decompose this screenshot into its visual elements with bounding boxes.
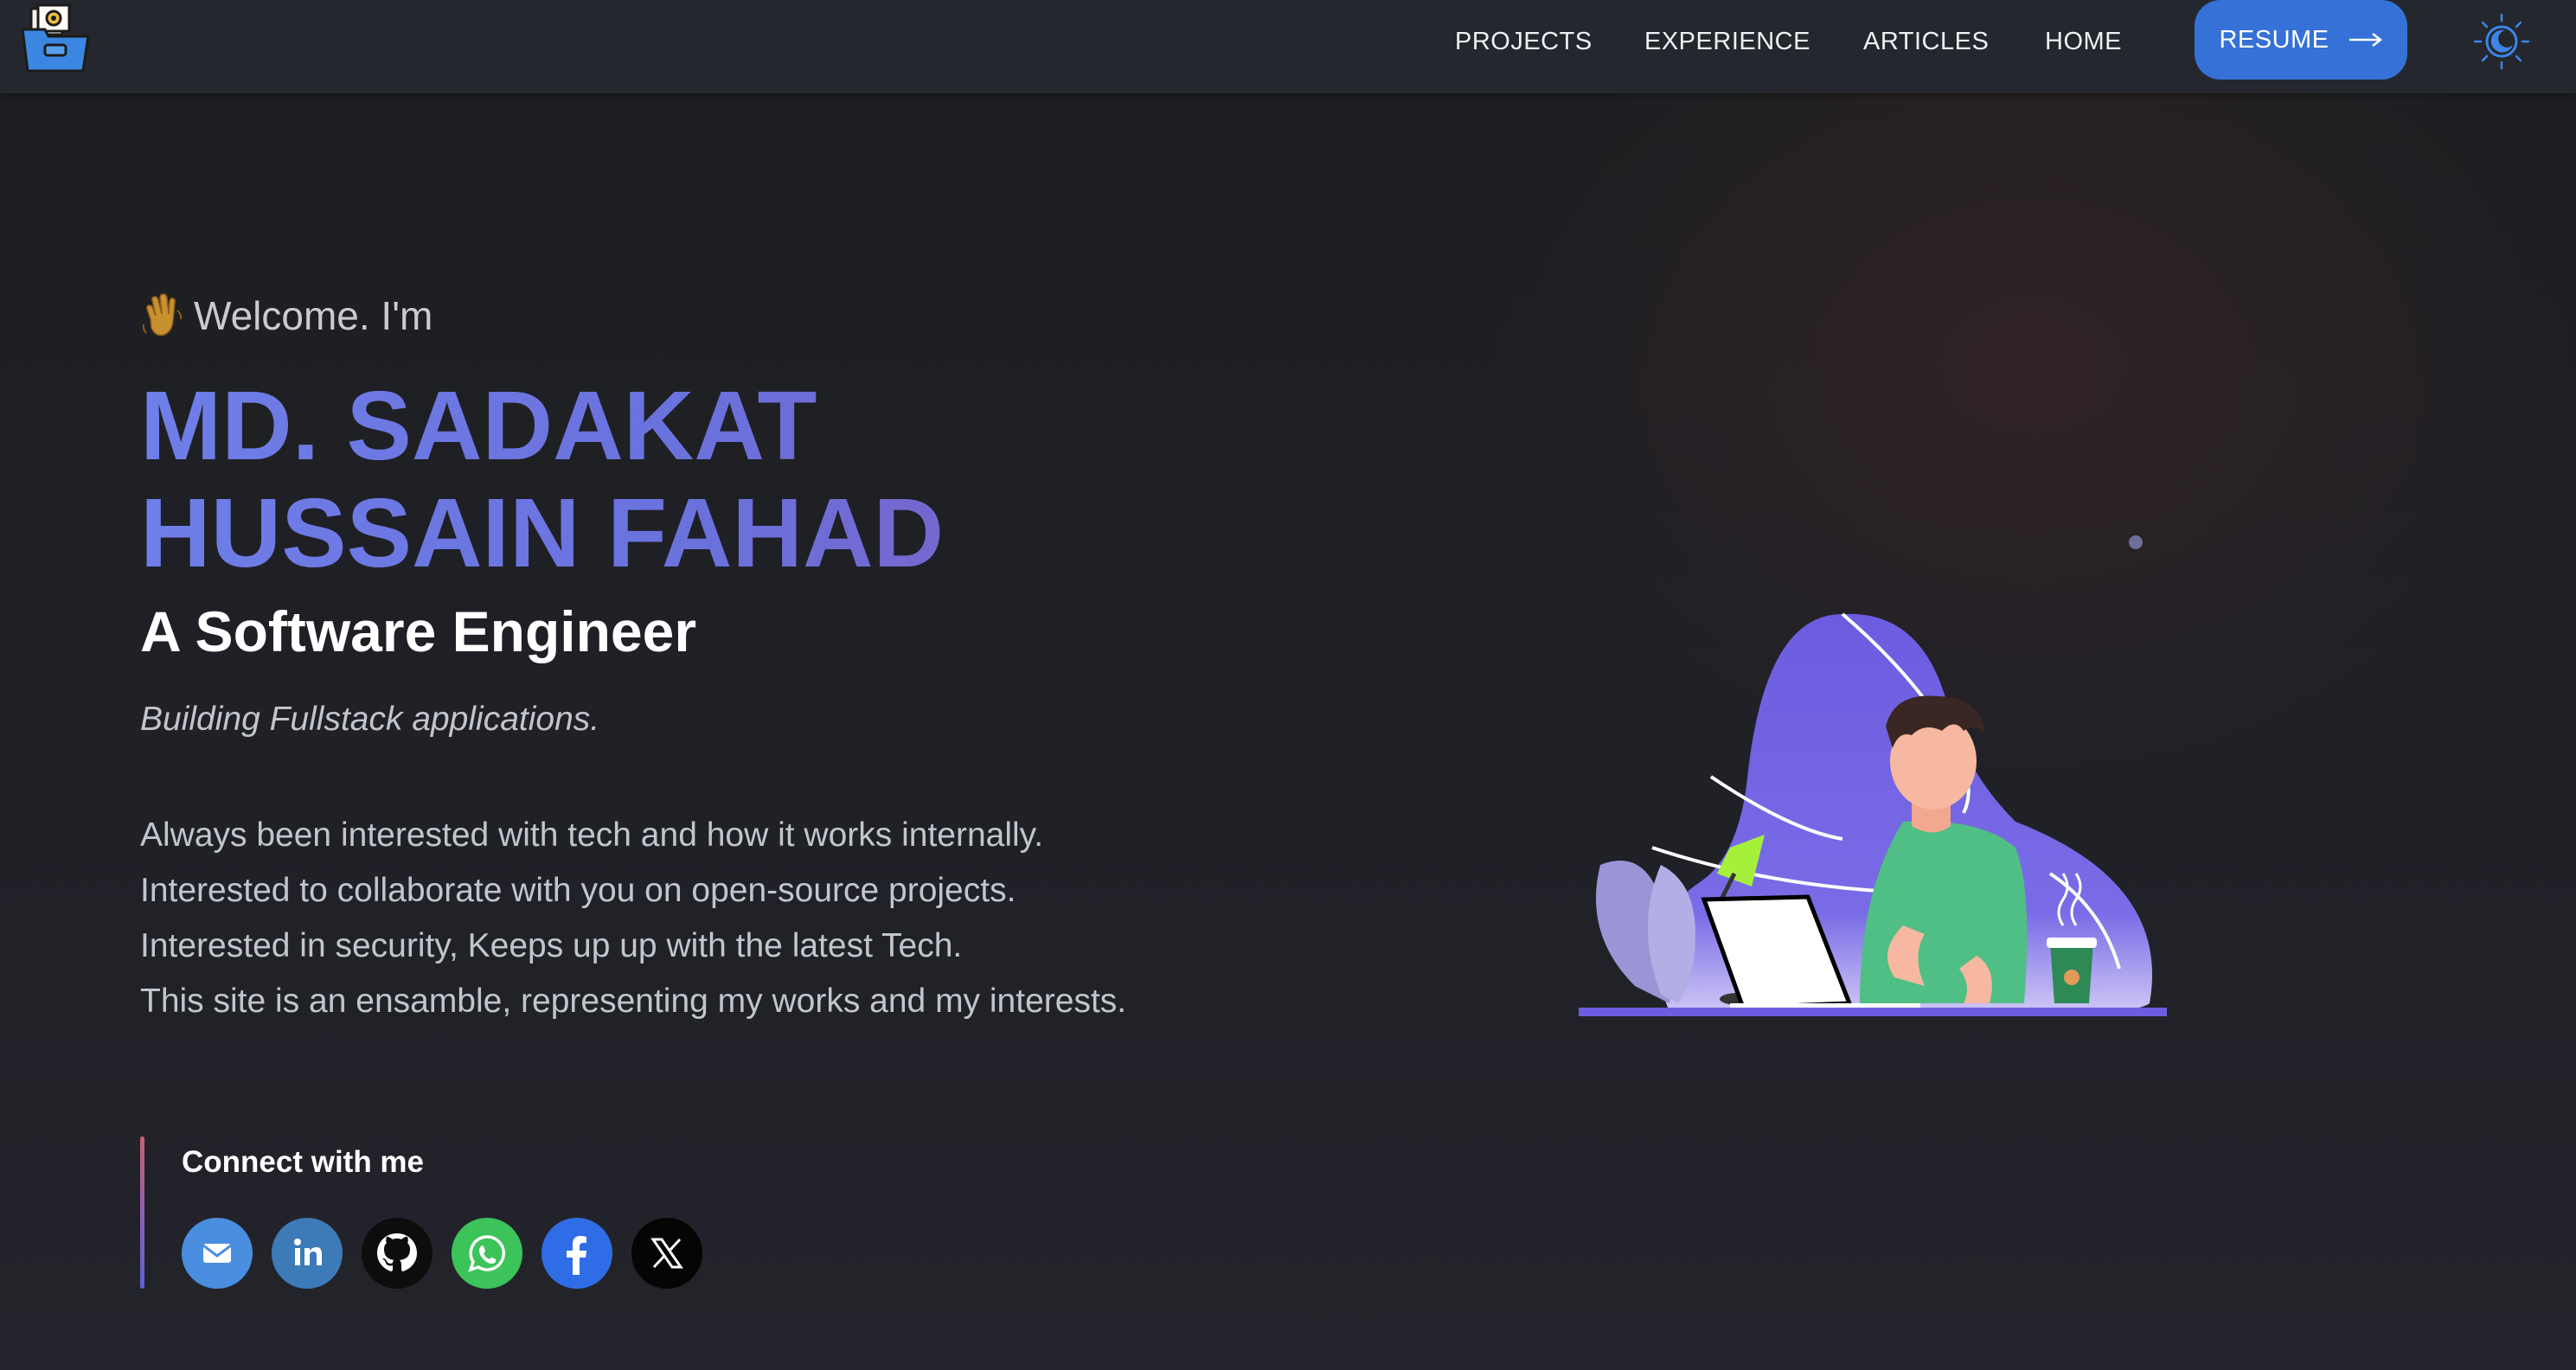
linkedin-icon — [294, 1239, 322, 1265]
top-navbar: PROJECTS EXPERIENCE ARTICLES HOME RESUME — [0, 0, 2576, 93]
connect-section: Connect with me — [140, 1136, 746, 1289]
x-icon — [650, 1238, 683, 1269]
bio-line: This site is an ensamble, representing m… — [140, 983, 1127, 1020]
whatsapp-link[interactable] — [452, 1218, 522, 1289]
connect-title: Connect with me — [182, 1145, 425, 1179]
email-icon — [202, 1244, 232, 1263]
facebook-icon — [567, 1236, 586, 1275]
nav-link-home[interactable]: HOME — [2045, 24, 2122, 59]
email-link[interactable] — [182, 1218, 253, 1289]
folder-logo-icon[interactable] — [19, 3, 92, 76]
whatsapp-icon — [468, 1235, 505, 1272]
waving-hand-icon — [142, 293, 183, 336]
hero-name-line-1: MD. SADAKAT — [140, 371, 817, 480]
welcome-text: Welcome. I'm — [194, 293, 433, 338]
hero-bio: Always been interested with tech and how… — [140, 808, 1126, 1029]
resume-button[interactable]: RESUME — [2195, 0, 2407, 80]
github-link[interactable] — [362, 1218, 433, 1289]
hero-name: MD. SADAKAT HUSSAIN FAHAD — [140, 372, 1092, 586]
bio-line: Interested in security, Keeps up up with… — [140, 927, 963, 964]
resume-label: RESUME — [2219, 25, 2329, 54]
linkedin-link[interactable] — [272, 1218, 343, 1289]
moon-sun-icon[interactable] — [2472, 12, 2531, 71]
x-link[interactable] — [631, 1218, 702, 1289]
welcome-line: Welcome. I'm — [140, 290, 433, 342]
bio-line: Interested to collaborate with you on op… — [140, 872, 1016, 909]
nav-link-experience[interactable]: EXPERIENCE — [1644, 24, 1810, 59]
facebook-link[interactable] — [541, 1218, 612, 1289]
hero-role: A Software Engineer — [140, 599, 697, 663]
github-icon — [377, 1233, 417, 1271]
developer-at-laptop-illustration — [1579, 612, 2167, 1016]
hero-name-line-2: HUSSAIN FAHAD — [140, 478, 945, 587]
nav-link-projects[interactable]: PROJECTS — [1455, 24, 1592, 59]
hero-tagline: Building Fullstack applications. — [140, 701, 600, 738]
arrow-right-icon — [2349, 33, 2382, 47]
bio-line: Always been interested with tech and how… — [140, 816, 1044, 854]
connect-accent-bar — [140, 1136, 144, 1289]
nav-link-articles[interactable]: ARTICLES — [1863, 24, 1989, 59]
